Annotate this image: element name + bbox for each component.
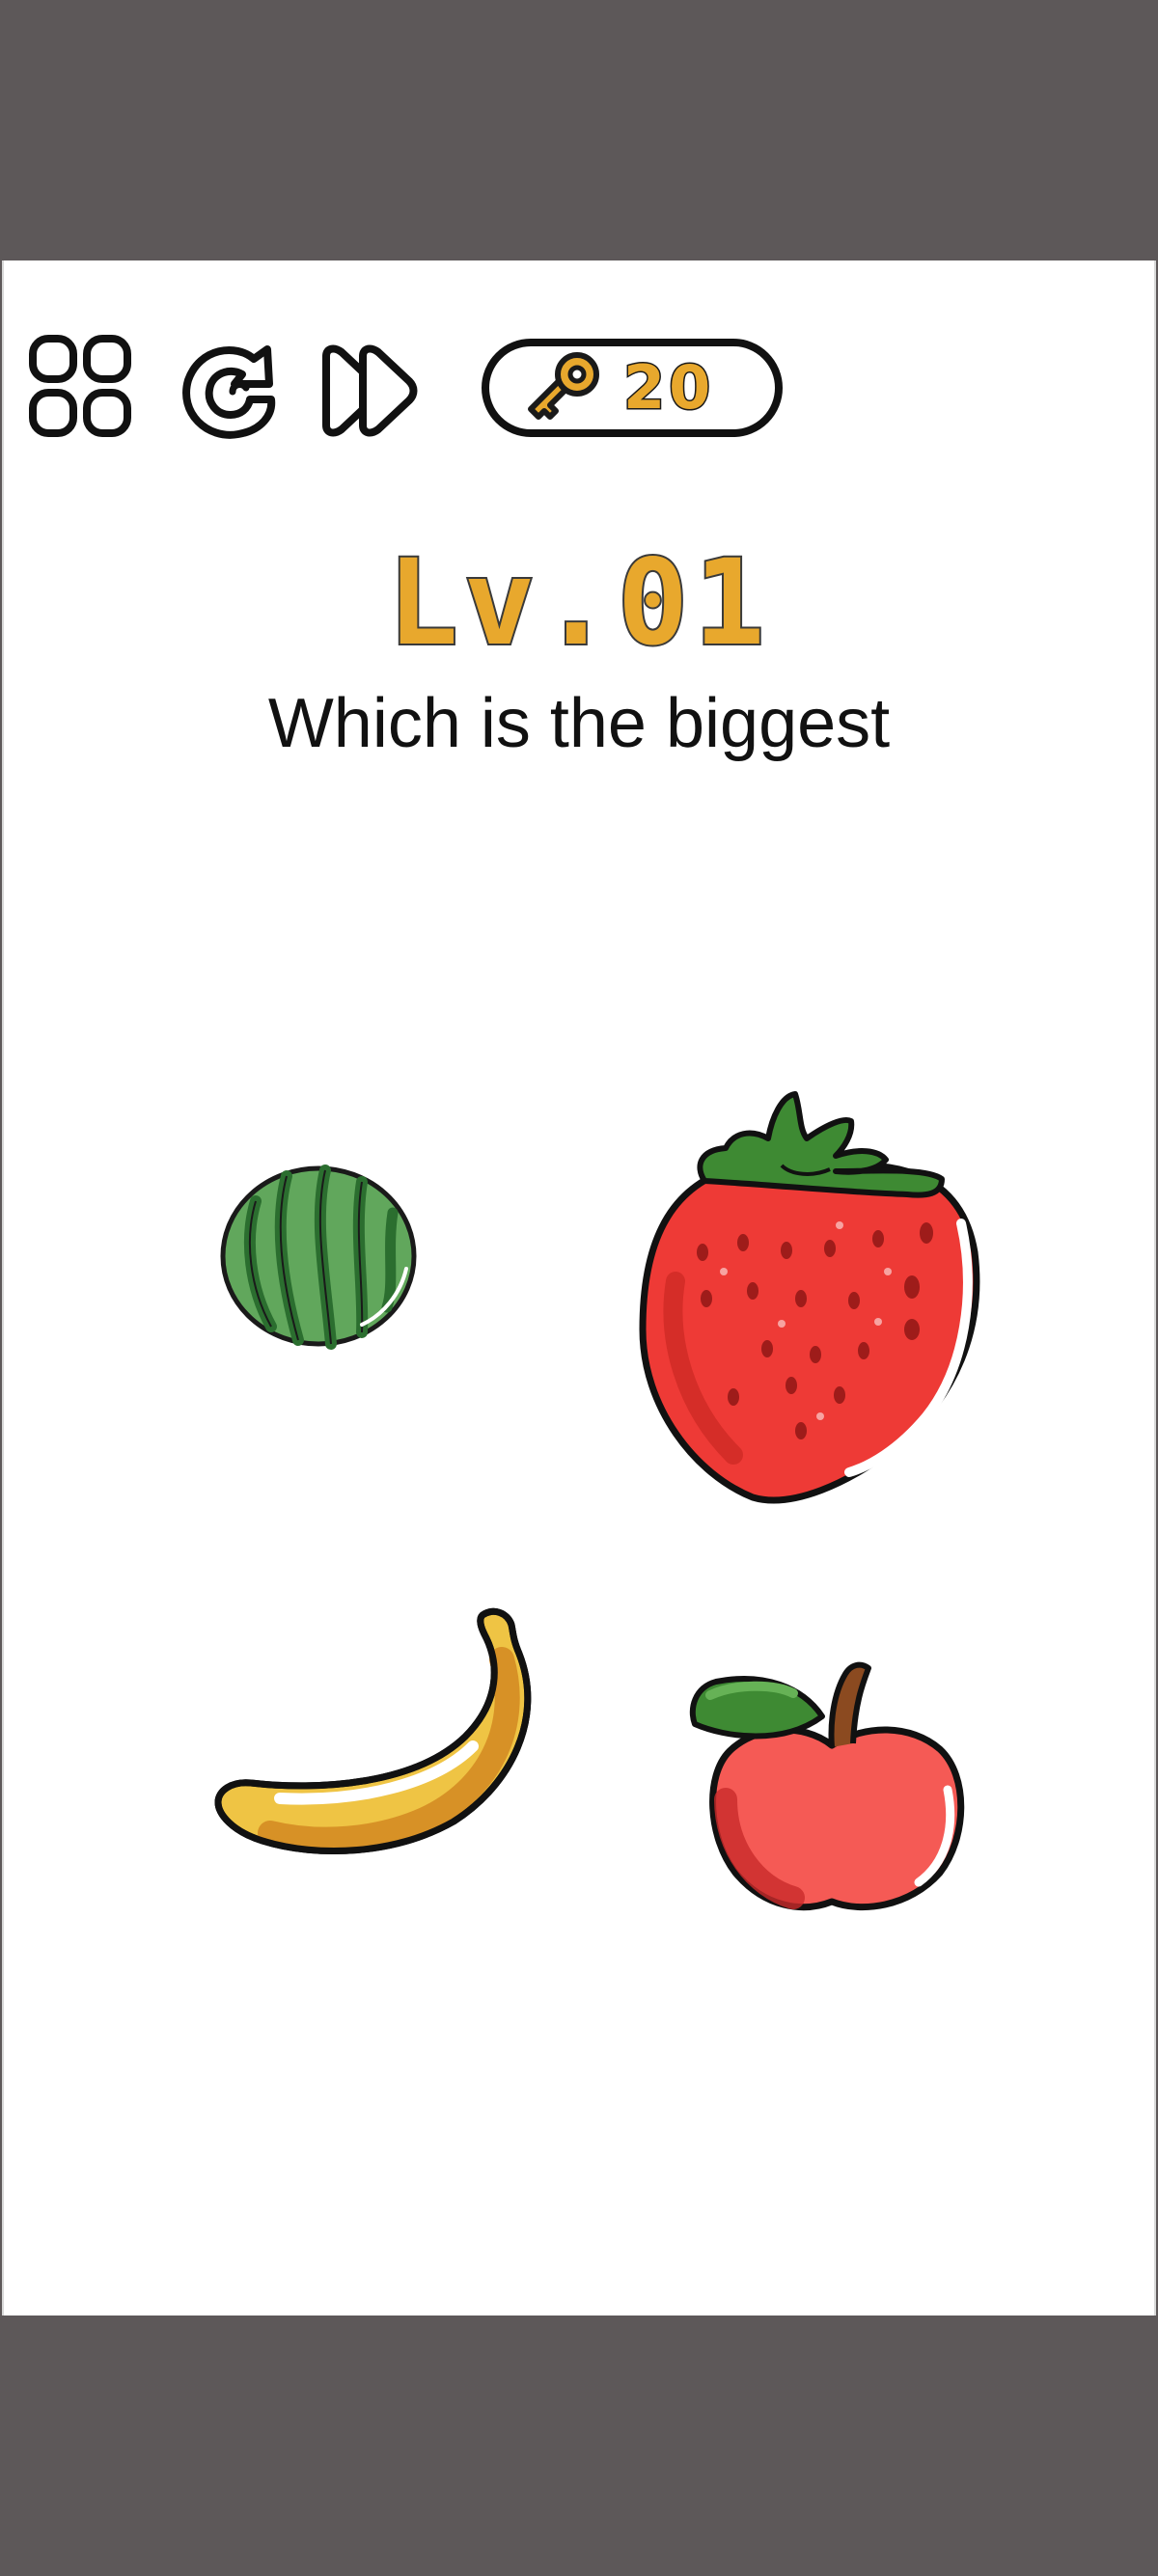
watermelon-icon [220,1165,417,1350]
skip-forward-icon [322,344,418,437]
bottom-letterbox [0,2316,1158,2576]
watermelon-option[interactable] [217,1163,420,1351]
key-icon [528,352,599,420]
apple-option[interactable] [687,1645,977,1915]
strawberry-option[interactable] [637,1088,989,1505]
key-count: 20 [622,351,715,425]
strawberry-icon [639,1091,980,1504]
restart-button[interactable] [179,338,285,444]
restart-icon [182,345,276,439]
top-letterbox [0,0,1158,260]
key-counter[interactable]: 20 [481,338,784,438]
menu-button[interactable] [27,333,133,439]
level-title: Lv.01 [385,534,771,671]
banana-icon [214,1607,532,1855]
question-text: Which is the biggest [267,685,891,762]
grid-menu-icon [29,335,131,437]
banana-option[interactable] [212,1602,550,1857]
apple-icon [689,1661,965,1911]
skip-button[interactable] [318,343,425,439]
